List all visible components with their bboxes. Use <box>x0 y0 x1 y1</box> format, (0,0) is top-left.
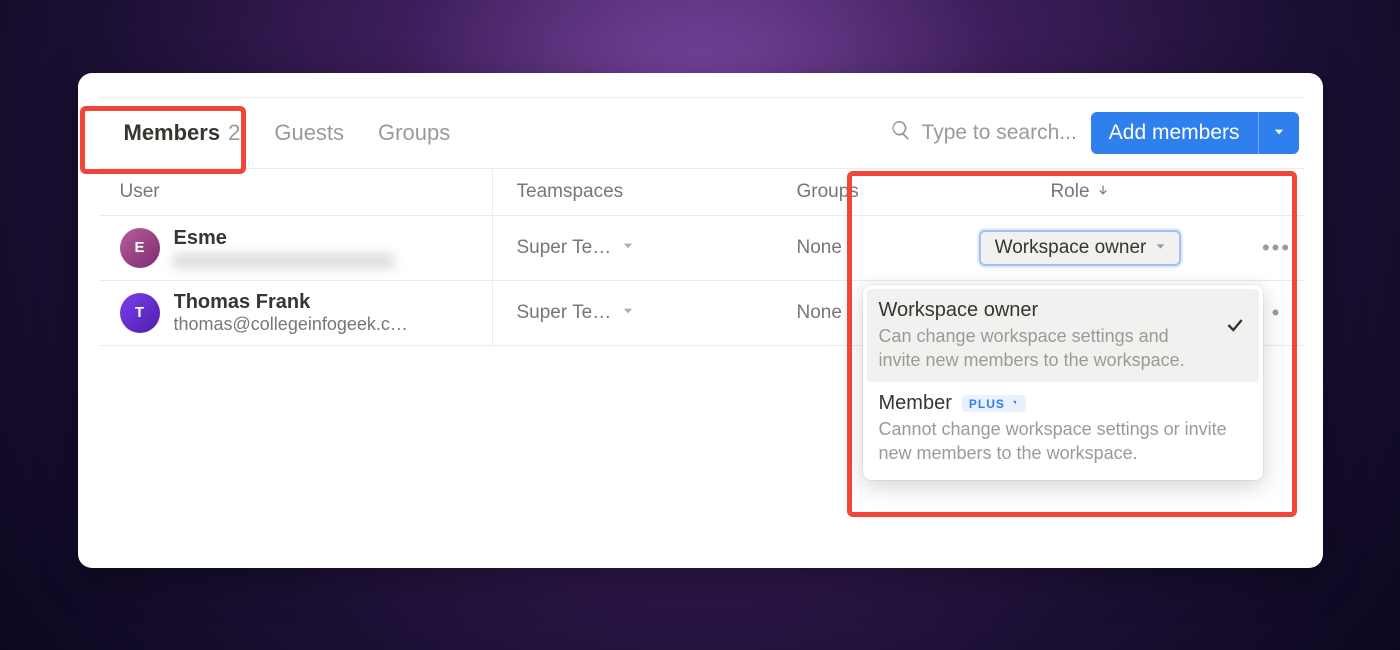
role-option-title: Workspace owner <box>879 299 1213 322</box>
top-bar: Members 2 Guests Groups Type to search..… <box>100 98 1305 169</box>
tab-label: Guests <box>274 120 344 146</box>
tab-members[interactable]: Members 2 <box>120 114 245 152</box>
role-option-title: Member <box>879 392 952 415</box>
avatar: T <box>120 293 160 333</box>
user-email-redacted <box>174 253 394 269</box>
add-members-button[interactable]: Add members <box>1091 112 1299 154</box>
role-option-member[interactable]: Member PLUS Cannot change workspace sett… <box>867 382 1259 476</box>
arrow-up-right-icon <box>1009 397 1019 411</box>
teamspace-value: Super Te… <box>517 237 612 259</box>
cell-user: E Esme <box>100 216 493 280</box>
user-email: thomas@collegeinfogeek.c… <box>174 314 408 335</box>
more-horizontal-icon: ••• <box>1262 235 1291 261</box>
plus-badge: PLUS <box>962 395 1026 412</box>
checkmark-icon <box>1223 315 1247 335</box>
teamspace-value: Super Te… <box>517 302 612 324</box>
col-header-user[interactable]: User <box>100 169 493 215</box>
avatar: E <box>120 228 160 268</box>
members-panel: Members 2 Guests Groups Type to search..… <box>78 73 1323 568</box>
table-header: User Teamspaces Groups Role <box>100 169 1305 216</box>
tab-guests[interactable]: Guests <box>270 114 348 152</box>
tabs: Members 2 Guests Groups <box>100 114 455 152</box>
search-placeholder: Type to search... <box>922 121 1077 145</box>
user-name: Esme <box>174 227 394 250</box>
user-info: Esme <box>174 227 394 269</box>
col-header-role[interactable]: Role <box>912 181 1249 203</box>
role-option-workspace-owner[interactable]: Workspace owner Can change workspace set… <box>867 289 1259 383</box>
cell-teamspace[interactable]: Super Te… <box>493 237 797 259</box>
add-members-label: Add members <box>1091 121 1258 145</box>
user-name: Thomas Frank <box>174 291 408 314</box>
search-box[interactable]: Type to search... <box>890 119 1077 147</box>
cell-role: Workspace owner <box>912 230 1249 266</box>
role-select[interactable]: Workspace owner <box>979 230 1182 266</box>
tab-label: Groups <box>378 120 450 146</box>
plus-badge-label: PLUS <box>969 397 1005 411</box>
role-value: Workspace owner <box>995 237 1147 259</box>
cell-user: T Thomas Frank thomas@collegeinfogeek.c… <box>100 281 493 345</box>
role-option-desc: Can change workspace settings and invite… <box>879 324 1213 373</box>
role-option-desc: Cannot change workspace settings or invi… <box>879 417 1247 466</box>
tab-count: 2 <box>228 120 240 146</box>
role-dropdown: Workspace owner Can change workspace set… <box>863 285 1263 480</box>
user-info: Thomas Frank thomas@collegeinfogeek.c… <box>174 291 408 335</box>
chevron-down-icon <box>621 237 635 259</box>
row-actions-button[interactable]: ••• <box>1249 235 1305 261</box>
chevron-down-icon <box>1272 121 1286 145</box>
tab-label: Members <box>124 120 221 146</box>
table-row: E Esme Super Te… None Workspace owner ••… <box>100 216 1305 281</box>
sort-arrow-down-icon <box>1096 181 1110 203</box>
col-header-groups[interactable]: Groups <box>797 181 912 203</box>
add-members-dropdown-toggle[interactable] <box>1259 121 1299 145</box>
tab-groups[interactable]: Groups <box>374 114 454 152</box>
search-icon <box>890 119 912 147</box>
col-header-teamspaces[interactable]: Teamspaces <box>493 181 797 203</box>
col-header-role-label: Role <box>1050 181 1089 203</box>
chevron-down-icon <box>621 302 635 324</box>
cell-groups: None <box>797 237 912 259</box>
chevron-down-icon <box>1154 237 1167 259</box>
cell-teamspace[interactable]: Super Te… <box>493 302 797 324</box>
more-horizontal-icon: • <box>1272 300 1282 326</box>
